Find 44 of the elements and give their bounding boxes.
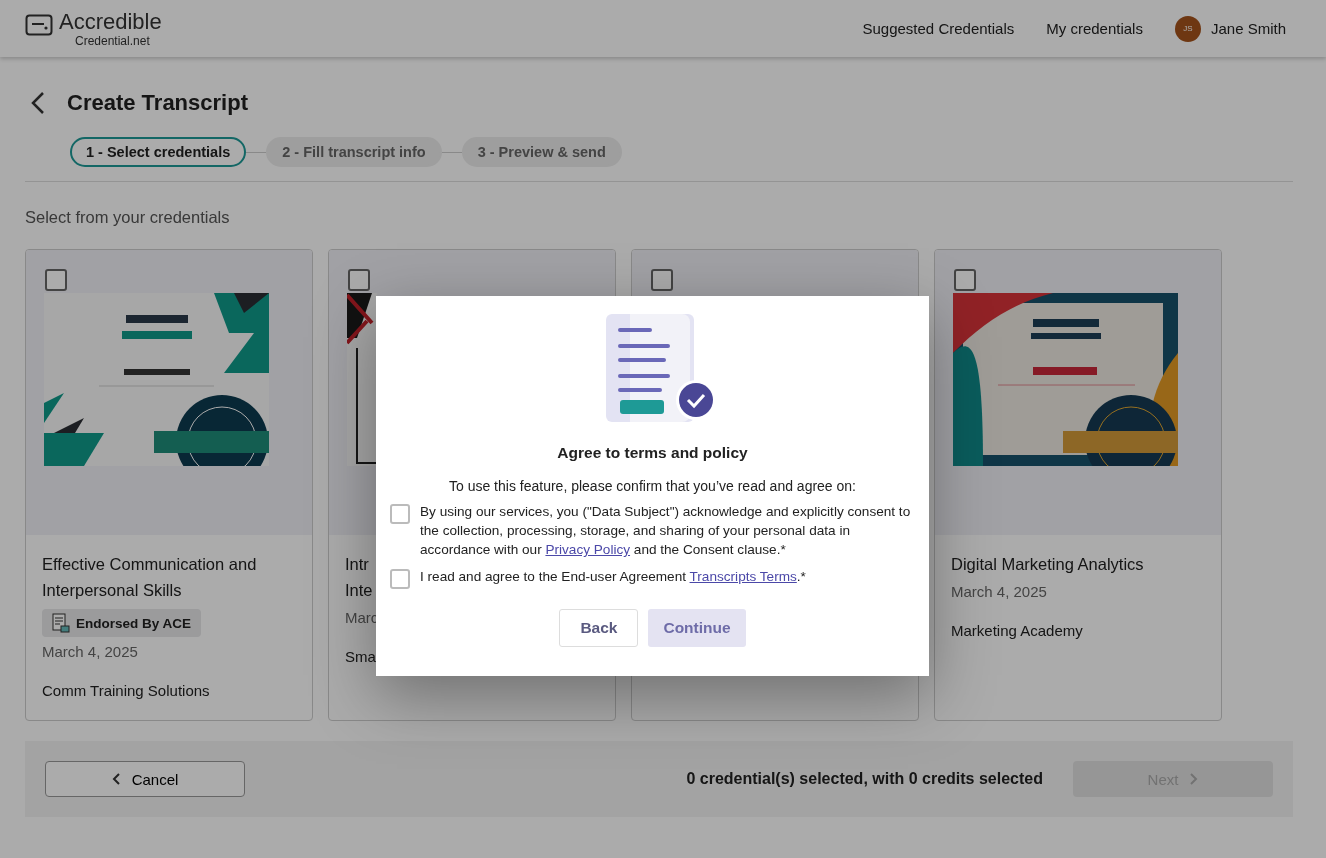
section-title: Select from your credentials — [25, 208, 231, 227]
credential-card[interactable]: Digital Marketing Analytics March 4, 2025 Marketing Academy — [934, 249, 1222, 721]
modal-intro: To use this feature, please confirm that you’ve read and agree on: — [449, 478, 856, 494]
checkbox[interactable] — [348, 269, 370, 291]
chevron-right-icon — [1190, 773, 1199, 785]
issuer-name: Sma — [345, 648, 376, 665]
issuer-name: Comm Training Solutions — [42, 682, 210, 699]
nav-link[interactable]: Suggested Credentials — [862, 20, 1015, 37]
credential-title: Digital Marketing Analytics — [951, 554, 1144, 575]
issue-date: Marc — [345, 609, 379, 626]
selection-summary: 0 credential(s) selected, with 0 credits selected — [686, 770, 1043, 788]
issuer-name: Marketing Academy — [951, 622, 1083, 639]
checkbox[interactable] — [954, 269, 976, 291]
modal-title: Agree to terms and policy — [557, 444, 748, 462]
card-icon — [25, 13, 53, 36]
credential-card[interactable]: Effective Communication and Interpersonal Skills Endorsed By ACE March 4, 2025 Comm Training Solutions — [25, 249, 313, 721]
credential-title: Intr Inte — [345, 554, 373, 601]
policy-link[interactable]: Privacy Policy — [545, 542, 631, 557]
checkbox[interactable] — [651, 269, 673, 291]
policy-link[interactable]: Transcripts Terms — [689, 569, 797, 584]
step-tab[interactable]: 3 - Preview & send — [461, 137, 622, 167]
checkbox[interactable] — [45, 269, 67, 291]
avatar: JS — [1174, 15, 1201, 42]
consent-text: By using our services, you ("Data Subject") acknowledge and explicitly consent to the collection, processing, storage, and sharing of your personal data in accordance with our Privacy Policy and the Consent clause.* — [420, 503, 912, 559]
credential-title: Effective Communication and Interpersonal Skills — [42, 554, 258, 601]
logo-subtitle: Credential.net — [75, 33, 151, 48]
step-tab[interactable]: 2 - Fill transcript info — [266, 137, 442, 167]
back-button[interactable]: Back — [559, 609, 639, 647]
chevron-left-icon — [111, 773, 120, 785]
step-tab[interactable]: 1 - Select credentials — [70, 137, 247, 167]
chevron-left-icon — [31, 91, 45, 115]
user-menu[interactable]: JS Jane Smith — [1174, 15, 1286, 42]
cancel-button[interactable]: Cancel — [45, 761, 245, 797]
document-icon — [52, 613, 70, 633]
page-title: Create Transcript — [67, 90, 248, 116]
badge-label: Endorsed By ACE — [76, 615, 192, 631]
nav-link[interactable]: My credentials — [1046, 20, 1143, 37]
checkbox[interactable] — [390, 569, 410, 589]
checkbox[interactable] — [390, 504, 410, 524]
user-name: Jane Smith — [1210, 20, 1286, 37]
consent-text: I read and agree to the End-user Agreement Transcripts Terms.* — [420, 568, 806, 586]
issue-date: March 4, 2025 — [42, 643, 138, 660]
logo-name: Accredible — [59, 9, 162, 34]
issue-date: March 4, 2025 — [951, 583, 1047, 600]
